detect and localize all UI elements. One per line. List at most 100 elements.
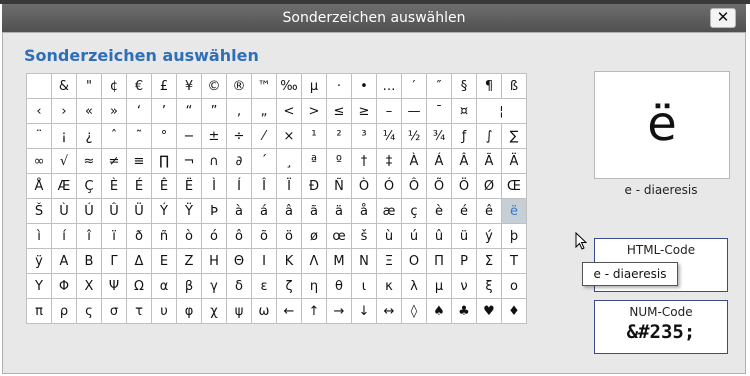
char-cell[interactable]: Ψ <box>101 273 127 299</box>
char-cell[interactable]: ↓ <box>351 298 377 324</box>
char-cell[interactable]: π <box>26 298 52 324</box>
char-cell[interactable]: ó <box>201 223 227 249</box>
char-cell[interactable]: Ζ <box>176 248 202 274</box>
char-cell[interactable]: ¨ <box>26 123 52 149</box>
char-cell[interactable]: κ <box>376 273 402 299</box>
char-cell[interactable]: Å <box>26 173 52 199</box>
char-cell[interactable]: ¸ <box>276 148 302 174</box>
char-cell[interactable]: ² <box>326 123 352 149</box>
char-cell[interactable]: Ρ <box>451 248 477 274</box>
char-cell[interactable]: û <box>426 223 452 249</box>
char-cell[interactable]: φ <box>176 298 202 324</box>
char-cell[interactable]: à <box>226 198 252 224</box>
char-cell[interactable]: υ <box>151 298 177 324</box>
char-cell[interactable]: ς <box>76 298 102 324</box>
char-cell[interactable]: ο <box>501 273 527 299</box>
char-cell[interactable]: σ <box>101 298 127 324</box>
char-cell[interactable]: & <box>51 73 77 99</box>
char-cell[interactable]: Ü <box>126 198 152 224</box>
char-cell[interactable]: Í <box>226 173 252 199</box>
char-cell[interactable]: " <box>76 73 102 99</box>
char-cell[interactable]: ˜ <box>126 123 152 149</box>
char-cell[interactable]: ≡ <box>126 148 152 174</box>
char-cell[interactable]: µ <box>301 73 327 99</box>
char-cell[interactable]: ∞ <box>26 148 52 174</box>
char-cell[interactable]: ã <box>301 198 327 224</box>
char-cell[interactable]: ξ <box>476 273 502 299</box>
char-cell[interactable]: õ <box>251 223 277 249</box>
char-cell[interactable]: º <box>326 148 352 174</box>
char-cell[interactable]: – <box>376 98 402 124</box>
char-cell[interactable]: ’ <box>151 98 177 124</box>
char-cell[interactable]: ♠ <box>426 298 452 324</box>
char-cell[interactable]: Ø <box>476 173 502 199</box>
char-cell[interactable]: ¥ <box>176 73 202 99</box>
char-cell[interactable]: ³ <box>351 123 377 149</box>
char-cell[interactable]: é <box>451 198 477 224</box>
char-cell[interactable]: ü <box>451 223 477 249</box>
char-cell[interactable]: Î <box>251 173 277 199</box>
char-cell[interactable]: ¾ <box>426 123 452 149</box>
char-cell[interactable]: ♥ <box>476 298 502 324</box>
char-cell[interactable]: θ <box>326 273 352 299</box>
char-cell[interactable]: η <box>301 273 327 299</box>
char-cell[interactable]: ª <box>301 148 327 174</box>
char-cell[interactable]: Ý <box>151 198 177 224</box>
char-cell[interactable]: í <box>51 223 77 249</box>
char-cell[interactable]: ↑ <box>301 298 327 324</box>
char-cell[interactable]: − <box>176 123 202 149</box>
char-cell[interactable]: ¼ <box>376 123 402 149</box>
char-cell[interactable]: χ <box>201 298 227 324</box>
char-cell[interactable]: ä <box>326 198 352 224</box>
char-cell[interactable]: α <box>151 273 177 299</box>
char-cell[interactable]: Ξ <box>376 248 402 274</box>
char-cell[interactable]: ≥ <box>351 98 377 124</box>
char-cell[interactable]: ƒ <box>451 123 477 149</box>
char-cell[interactable]: Ο <box>401 248 427 274</box>
char-cell[interactable]: ε <box>251 273 277 299</box>
char-cell[interactable]: É <box>126 173 152 199</box>
char-cell[interactable]: ‚ <box>226 98 252 124</box>
char-cell[interactable]: Ê <box>151 173 177 199</box>
char-cell[interactable] <box>26 73 52 99</box>
char-cell[interactable]: ¦ <box>476 98 527 124</box>
char-cell[interactable]: ™ <box>251 73 277 99</box>
char-cell[interactable]: ◊ <box>401 298 427 324</box>
char-cell[interactable]: ú <box>401 223 427 249</box>
char-cell[interactable]: ρ <box>51 298 77 324</box>
char-cell[interactable]: ¶ <box>476 73 502 99</box>
char-cell[interactable]: Ν <box>351 248 377 274</box>
char-cell[interactable]: γ <box>201 273 227 299</box>
char-cell[interactable]: Æ <box>51 173 77 199</box>
char-cell[interactable]: ∩ <box>201 148 227 174</box>
char-cell[interactable]: Á <box>426 148 452 174</box>
char-cell[interactable]: › <box>51 98 77 124</box>
char-cell[interactable]: ≠ <box>101 148 127 174</box>
char-cell[interactable]: → <box>326 298 352 324</box>
char-cell[interactable]: œ <box>326 223 352 249</box>
char-cell[interactable]: Ä <box>501 148 527 174</box>
char-cell[interactable]: ± <box>201 123 227 149</box>
char-cell[interactable]: τ <box>126 298 152 324</box>
char-cell[interactable]: Γ <box>101 248 127 274</box>
char-cell[interactable]: ¿ <box>76 123 102 149</box>
char-cell[interactable]: ′ <box>401 73 427 99</box>
char-cell[interactable]: Â <box>451 148 477 174</box>
char-cell[interactable]: ” <box>201 98 227 124</box>
char-cell[interactable]: ‰ <box>276 73 302 99</box>
char-cell[interactable]: ° <box>151 123 177 149</box>
char-cell[interactable]: ß <box>501 73 527 99</box>
char-cell[interactable]: Ó <box>376 173 402 199</box>
char-cell[interactable]: Ñ <box>326 173 352 199</box>
char-cell[interactable]: À <box>401 148 427 174</box>
char-cell[interactable]: Ô <box>401 173 427 199</box>
char-cell[interactable]: ö <box>276 223 302 249</box>
char-cell[interactable]: Š <box>26 198 52 224</box>
char-cell[interactable]: ÿ <box>26 248 52 274</box>
char-cell[interactable]: Ö <box>451 173 477 199</box>
char-cell[interactable]: ω <box>251 298 277 324</box>
char-cell[interactable]: ♣ <box>451 298 477 324</box>
char-cell[interactable]: > <box>301 98 327 124</box>
char-cell[interactable]: ″ <box>426 73 452 99</box>
char-cell[interactable]: Ω <box>126 273 152 299</box>
